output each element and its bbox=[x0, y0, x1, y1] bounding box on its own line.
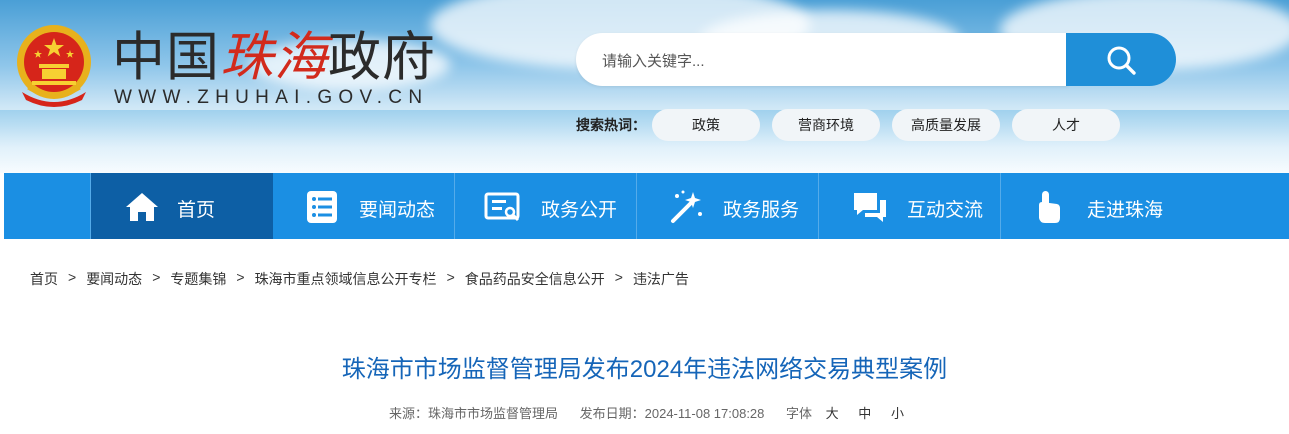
breadcrumb-separator: > bbox=[236, 269, 245, 285]
header-banner: 中国珠海政府 WWW.ZHUHAI.GOV.CN 搜索热词： 政策 营商环境 高… bbox=[0, 0, 1289, 173]
main-nav: 首页 要闻动态 政务公开 政务服务 互动交流 走进珠海 bbox=[4, 173, 1289, 239]
article-content: 首页 > 要闻动态 > 专题集锦 > 珠海市重点领域信息公开专栏 > 食品药品安全信息公… bbox=[4, 239, 1285, 434]
nav-label: 政务服务 bbox=[723, 200, 800, 221]
breadcrumb-food-drug-safety[interactable]: 食品药品安全信息公开 bbox=[465, 269, 605, 289]
chat-icon bbox=[854, 193, 886, 222]
logo-text-government: 政府 bbox=[328, 27, 436, 88]
hot-tag-business-environment[interactable]: 营商环境 bbox=[772, 109, 880, 141]
breadcrumb-illegal-ads[interactable]: 违法广告 bbox=[633, 269, 689, 289]
nav-item-news[interactable]: 要闻动态 bbox=[273, 173, 455, 239]
nav-item-about-zhuhai[interactable]: 走进珠海 bbox=[1001, 173, 1289, 239]
hot-search-label: 搜索热词： bbox=[576, 117, 646, 133]
pointer-hand-icon bbox=[1039, 191, 1060, 223]
font-size-large-button[interactable]: 大 bbox=[826, 406, 839, 421]
article-date: 发布日期：2024-11-08 17:08:28 bbox=[579, 406, 765, 421]
article-source: 来源：珠海市市场监督管理局 bbox=[389, 406, 559, 421]
breadcrumb: 首页 > 要闻动态 > 专题集锦 > 珠海市重点领域信息公开专栏 > 食品药品安全信息公… bbox=[30, 269, 689, 289]
breadcrumb-separator: > bbox=[614, 269, 623, 285]
nav-spacer bbox=[4, 173, 91, 239]
font-size-small-button[interactable]: 小 bbox=[891, 406, 904, 421]
article-meta: 来源：珠海市市场监督管理局 发布日期：2024-11-08 17:08:28 字… bbox=[389, 403, 910, 422]
font-size-medium-button[interactable]: 中 bbox=[858, 406, 871, 421]
nav-label: 互动交流 bbox=[907, 200, 984, 221]
nav-label: 要闻动态 bbox=[359, 200, 436, 221]
breadcrumb-separator: > bbox=[152, 269, 161, 285]
search-icon bbox=[1107, 46, 1136, 75]
search-box bbox=[576, 33, 1068, 86]
national-emblem-icon bbox=[17, 25, 91, 107]
nav-label: 走进珠海 bbox=[1087, 200, 1164, 221]
magic-wand-icon bbox=[671, 190, 702, 223]
home-icon bbox=[126, 193, 158, 221]
search-button[interactable] bbox=[1066, 33, 1176, 86]
logo-text-zhuhai: 珠海 bbox=[220, 27, 328, 88]
article-title: 珠海市市场监督管理局发布2024年违法网络交易典型案例 bbox=[341, 356, 948, 383]
nav-item-gov-affairs-open[interactable]: 政务公开 bbox=[455, 173, 637, 239]
breadcrumb-separator: > bbox=[68, 269, 77, 285]
breadcrumb-home[interactable]: 首页 bbox=[30, 269, 58, 289]
nav-item-gov-services[interactable]: 政务服务 bbox=[637, 173, 819, 239]
nav-item-interaction[interactable]: 互动交流 bbox=[819, 173, 1001, 239]
hot-tag-high-quality-development[interactable]: 高质量发展 bbox=[892, 109, 1000, 141]
font-size-label: 字体 bbox=[786, 406, 813, 421]
news-list-icon bbox=[307, 191, 337, 223]
hot-tag-policy[interactable]: 政策 bbox=[652, 109, 760, 141]
document-icon bbox=[484, 192, 520, 222]
site-url: WWW.ZHUHAI.GOV.CN bbox=[114, 87, 429, 108]
nav-item-home[interactable]: 首页 bbox=[91, 173, 273, 239]
hot-tag-talent[interactable]: 人才 bbox=[1012, 109, 1120, 141]
breadcrumb-news[interactable]: 要闻动态 bbox=[86, 269, 142, 289]
breadcrumb-topics[interactable]: 专题集锦 bbox=[170, 269, 226, 289]
nav-label: 首页 bbox=[177, 200, 216, 221]
nav-label: 政务公开 bbox=[541, 200, 618, 221]
site-logo-title[interactable]: 中国珠海政府 bbox=[112, 28, 436, 88]
breadcrumb-separator: > bbox=[446, 269, 455, 285]
logo-text-china: 中国 bbox=[112, 27, 220, 88]
breadcrumb-key-areas[interactable]: 珠海市重点领域信息公开专栏 bbox=[255, 269, 437, 289]
search-input[interactable] bbox=[600, 48, 1044, 74]
